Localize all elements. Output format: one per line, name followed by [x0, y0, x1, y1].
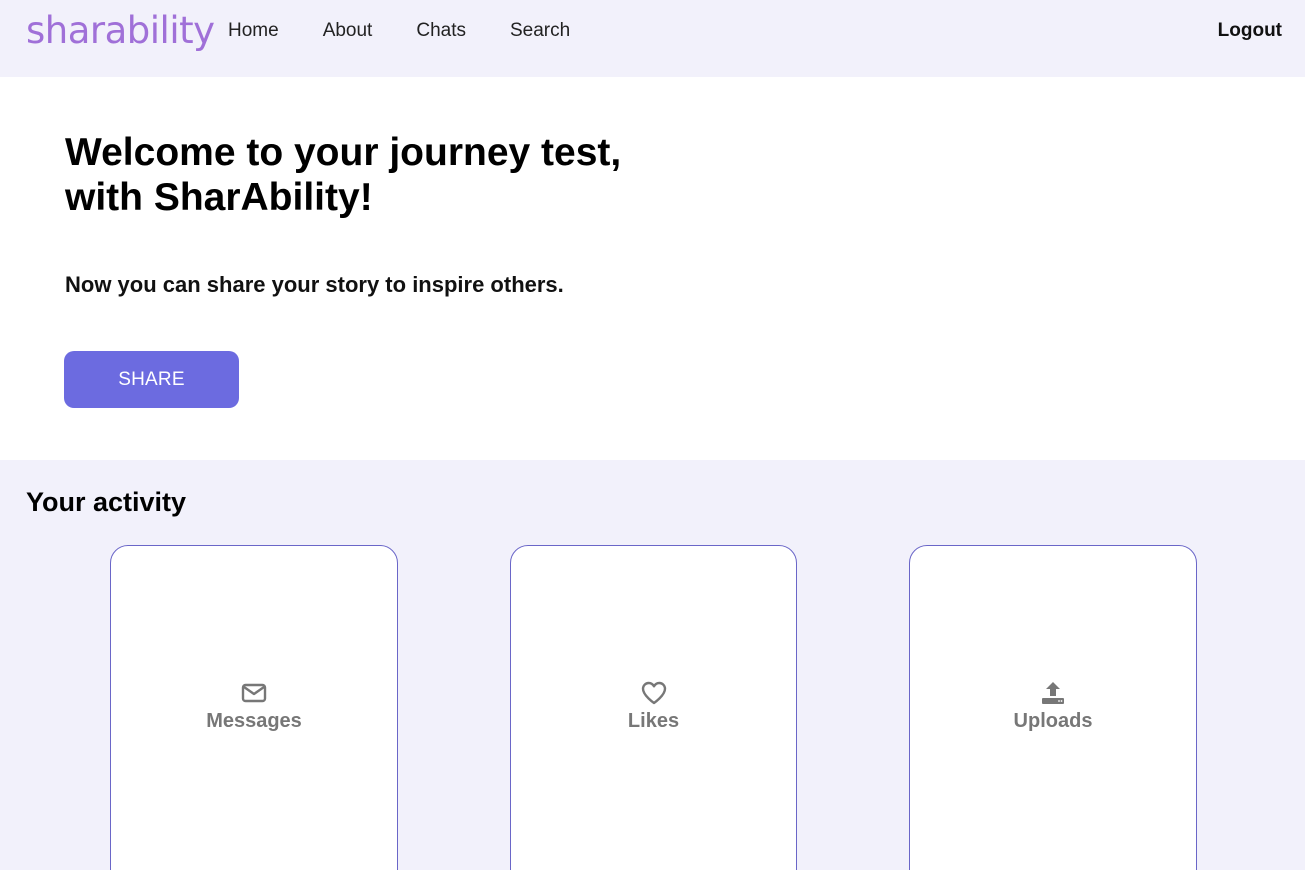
uploads-card-content: Uploads	[910, 679, 1196, 733]
uploads-label: Uploads	[1013, 710, 1093, 732]
likes-label: Likes	[627, 710, 680, 732]
main-nav: Home About Chats Search	[228, 19, 614, 43]
nav-chats-link[interactable]: Chats	[416, 19, 466, 43]
nav-about-link[interactable]: About	[323, 19, 373, 43]
heart-icon	[641, 681, 666, 705]
hero-subtitle: Now you can share your story to inspire …	[65, 272, 564, 297]
logout-link[interactable]: Logout	[1218, 19, 1282, 43]
messages-label: Messages	[206, 710, 302, 732]
envelope-icon	[241, 683, 267, 703]
upload-icon	[1042, 682, 1064, 704]
share-button[interactable]: SHARE	[64, 351, 239, 408]
messages-card[interactable]: Messages	[110, 545, 398, 870]
likes-card[interactable]: Likes	[510, 545, 797, 870]
sharability-logo[interactable]: sharability	[26, 9, 215, 53]
welcome-heading-line-1: Welcome to your journey test,	[65, 131, 622, 174]
activity-section: Your activity Messages Likes Uploads	[0, 460, 1305, 870]
likes-card-content: Likes	[511, 679, 796, 733]
nav-search-link[interactable]: Search	[510, 19, 570, 43]
page: sharability Home About Chats Search Logo…	[0, 0, 1305, 870]
welcome-heading-line-2: with SharAbility!	[65, 176, 373, 219]
nav-home-link[interactable]: Home	[228, 19, 279, 43]
uploads-card[interactable]: Uploads	[909, 545, 1197, 870]
top-navigation-bar: sharability Home About Chats Search Logo…	[0, 0, 1305, 77]
activity-heading: Your activity	[26, 487, 187, 517]
welcome-heading: Welcome to your journey test, with SharA…	[65, 130, 621, 220]
messages-card-content: Messages	[111, 679, 397, 733]
